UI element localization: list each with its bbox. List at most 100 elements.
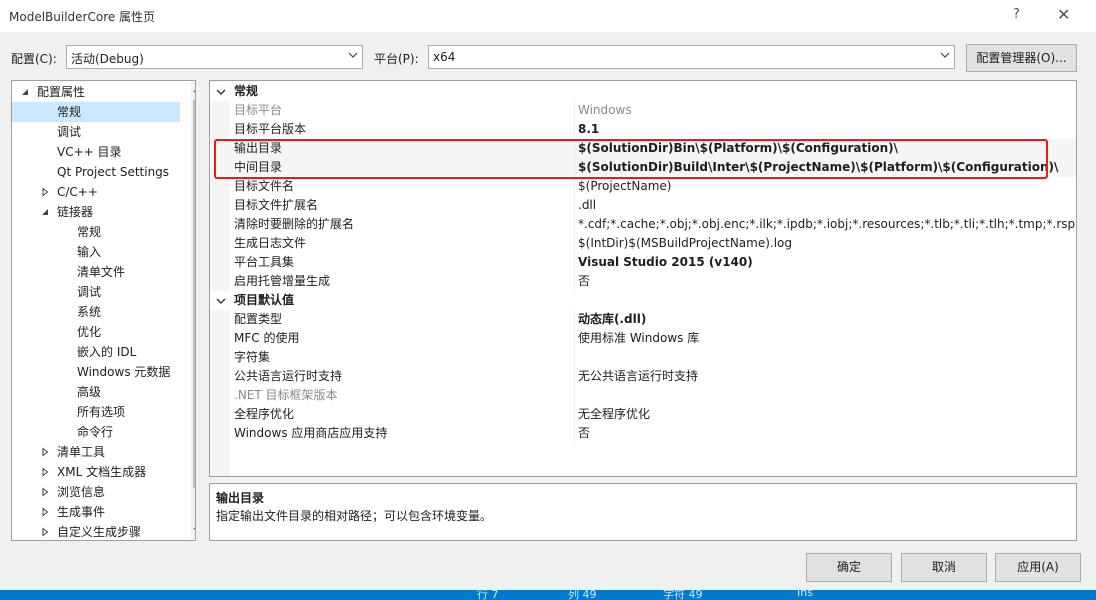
property-value[interactable]: Windows: [578, 101, 1076, 120]
category-row[interactable]: 项目默认值: [210, 291, 1076, 310]
property-value[interactable]: Visual Studio 2015 (v140): [578, 253, 1076, 272]
property-value[interactable]: 无公共语言运行时支持: [578, 367, 1076, 386]
property-row[interactable]: 目标平台版本 8.1: [210, 120, 1076, 139]
property-row[interactable]: 目标文件扩展名 .dll: [210, 196, 1076, 215]
column-divider[interactable]: [574, 196, 575, 215]
property-row[interactable]: 生成日志文件 $(IntDir)$(MSBuildProjectName).log: [210, 234, 1076, 253]
tree-item[interactable]: 所有选项: [12, 402, 180, 422]
collapsed-arrow-icon[interactable]: [40, 507, 50, 517]
tree-item[interactable]: 调试: [12, 122, 180, 142]
tree-item[interactable]: 清单工具: [12, 442, 180, 462]
expanded-arrow-icon[interactable]: [20, 87, 30, 97]
tree-item[interactable]: XML 文档生成器: [12, 462, 180, 482]
tree-item-label: C/C++: [57, 185, 98, 199]
tree-item[interactable]: 系统: [12, 302, 180, 322]
property-row[interactable]: Windows 应用商店应用支持 否: [210, 424, 1076, 443]
configuration-manager-button[interactable]: 配置管理器(O)...: [966, 44, 1077, 72]
column-divider[interactable]: [574, 367, 575, 386]
tree-item[interactable]: 高级: [12, 382, 180, 402]
property-tree: 配置属性 常规 调试 VC++ 目录 Qt Project Settings C/C++ 链…: [11, 80, 196, 541]
column-divider[interactable]: [574, 215, 575, 234]
property-value[interactable]: 无全程序优化: [578, 405, 1076, 424]
column-divider[interactable]: [574, 120, 575, 139]
column-divider[interactable]: [574, 310, 575, 329]
tree-item[interactable]: 常规: [12, 222, 180, 242]
collapsed-arrow-icon[interactable]: [40, 467, 50, 477]
property-row[interactable]: .NET 目标框架版本: [210, 386, 1076, 405]
column-divider[interactable]: [574, 177, 575, 196]
tree-item[interactable]: Windows 元数据: [12, 362, 180, 382]
help-button[interactable]: ?: [1013, 7, 1020, 22]
close-button[interactable]: ✕: [1057, 5, 1070, 24]
property-value[interactable]: 动态库(.dll): [578, 310, 1076, 329]
column-divider[interactable]: [574, 424, 575, 443]
property-name: .NET 目标框架版本: [234, 388, 338, 402]
tree-item-label: 系统: [77, 305, 102, 319]
platform-dropdown[interactable]: x64: [428, 45, 955, 69]
tree-item[interactable]: 调试: [12, 282, 180, 302]
property-value[interactable]: *.cdf;*.cache;*.obj;*.obj.enc;*.ilk;*.ip…: [578, 215, 1076, 234]
tree-item[interactable]: 嵌入的 IDL: [12, 342, 180, 362]
property-value[interactable]: 8.1: [578, 120, 1076, 139]
tree-item[interactable]: 自定义生成步骤: [12, 522, 180, 540]
tree-item[interactable]: VC++ 目录: [12, 142, 180, 162]
tree-item[interactable]: 浏览信息: [12, 482, 180, 502]
property-row[interactable]: 启用托管增量生成 否: [210, 272, 1076, 291]
tree-item-label: 清单文件: [77, 265, 126, 279]
config-dropdown[interactable]: 活动(Debug): [66, 45, 363, 69]
collapsed-arrow-icon[interactable]: [40, 487, 50, 497]
ok-button[interactable]: 确定: [806, 553, 892, 582]
expanded-arrow-icon[interactable]: [40, 207, 50, 217]
property-row[interactable]: 清除时要删除的扩展名 *.cdf;*.cache;*.obj;*.obj.enc;…: [210, 215, 1076, 234]
tree-item[interactable]: 生成事件: [12, 502, 180, 522]
tree-item[interactable]: 优化: [12, 322, 180, 342]
cancel-button[interactable]: 取消: [901, 553, 987, 582]
category-row[interactable]: 常规: [210, 82, 1076, 101]
property-row[interactable]: 目标平台 Windows: [210, 101, 1076, 120]
scroll-down-icon[interactable]: [193, 526, 196, 534]
tree-item-label: 链接器: [57, 205, 94, 219]
chevron-down-icon[interactable]: [216, 87, 226, 97]
tree-item[interactable]: 配置属性: [12, 82, 180, 102]
column-divider[interactable]: [574, 101, 575, 120]
tree-item[interactable]: 命令行: [12, 422, 180, 442]
tree-item[interactable]: 输入: [12, 242, 180, 262]
column-divider[interactable]: [574, 253, 575, 272]
property-row[interactable]: 字符集: [210, 348, 1076, 367]
tree-item[interactable]: 清单文件: [12, 262, 180, 282]
property-row[interactable]: 目标文件名 $(ProjectName): [210, 177, 1076, 196]
property-row[interactable]: 全程序优化 无全程序优化: [210, 405, 1076, 424]
scrollbar-thumb[interactable]: [193, 100, 195, 488]
tree-item-label: 输入: [77, 245, 102, 259]
scroll-up-icon[interactable]: [193, 86, 196, 94]
property-row[interactable]: MFC 的使用 使用标准 Windows 库: [210, 329, 1076, 348]
property-row[interactable]: 配置类型 动态库(.dll): [210, 310, 1076, 329]
column-divider[interactable]: [574, 272, 575, 291]
tree-item[interactable]: Qt Project Settings: [12, 162, 180, 182]
tree-item-label: 命令行: [77, 425, 114, 439]
chevron-down-icon[interactable]: [216, 296, 226, 306]
property-row[interactable]: 平台工具集 Visual Studio 2015 (v140): [210, 253, 1076, 272]
property-value[interactable]: 否: [578, 272, 1076, 291]
column-divider[interactable]: [574, 234, 575, 253]
property-value[interactable]: $(ProjectName): [578, 177, 1076, 196]
tree-item[interactable]: 常规: [12, 102, 180, 122]
tree-item[interactable]: C/C++: [12, 182, 180, 202]
column-divider[interactable]: [574, 405, 575, 424]
collapsed-arrow-icon[interactable]: [40, 187, 50, 197]
apply-button[interactable]: 应用(A): [995, 553, 1081, 582]
tree-item[interactable]: 链接器: [12, 202, 180, 222]
property-row[interactable]: 公共语言运行时支持 无公共语言运行时支持: [210, 367, 1076, 386]
collapsed-arrow-icon[interactable]: [40, 527, 50, 537]
property-value[interactable]: $(IntDir)$(MSBuildProjectName).log: [578, 234, 1076, 253]
platform-label: 平台(P):: [374, 52, 419, 66]
column-divider[interactable]: [574, 386, 575, 405]
collapsed-arrow-icon[interactable]: [40, 447, 50, 457]
tree-scrollbar[interactable]: [191, 82, 196, 539]
column-divider[interactable]: [574, 329, 575, 348]
property-value[interactable]: 否: [578, 424, 1076, 443]
property-value[interactable]: 使用标准 Windows 库: [578, 329, 1076, 348]
property-name: 平台工具集: [234, 255, 295, 269]
property-value[interactable]: .dll: [578, 196, 1076, 215]
column-divider[interactable]: [574, 348, 575, 367]
